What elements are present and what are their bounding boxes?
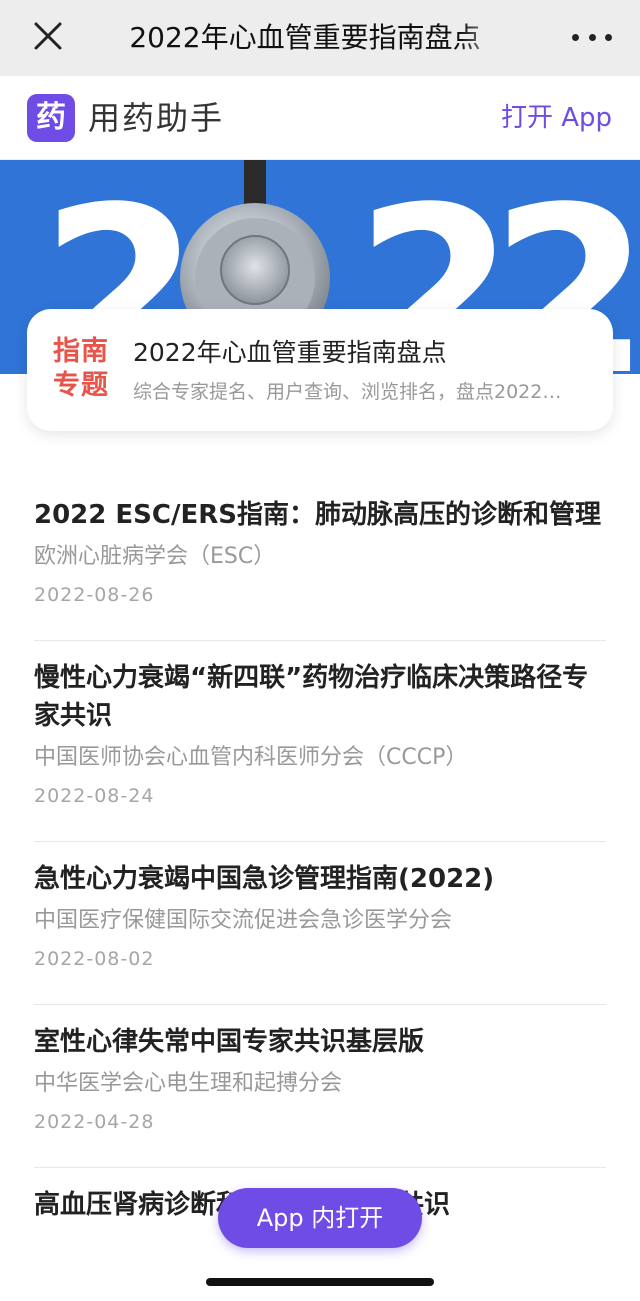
close-icon[interactable]	[30, 18, 66, 54]
app-name: 用药助手	[88, 99, 225, 137]
topic-tag: 指南专题	[53, 336, 109, 401]
topic-title: 2022年心血管重要指南盘点	[133, 338, 447, 367]
item-organization: 中华医学会心电生理和起搏分会	[34, 1071, 343, 1096]
list-item[interactable]: 急性心力衰竭中国急诊管理指南(2022) 中国医疗保健国际交流促进会急诊医学分会…	[34, 842, 606, 1005]
guideline-list: 2022 ESC/ERS指南：肺动脉高压的诊断和管理 欧洲心脏病学会（ESC） …	[34, 478, 606, 1224]
item-title: 2022 ESC/ERS指南：肺动脉高压的诊断和管理	[34, 500, 601, 530]
item-organization: 中国医师协会心血管内科医师分会（CCCP）	[34, 745, 468, 770]
item-organization: 中国医疗保健国际交流促进会急诊医学分会	[34, 908, 453, 933]
top-navbar: 2022年心血管重要指南盘点	[0, 0, 640, 76]
list-item[interactable]: 2022 ESC/ERS指南：肺动脉高压的诊断和管理 欧洲心脏病学会（ESC） …	[34, 478, 606, 641]
app-logo: 药	[27, 94, 75, 142]
page-title: 2022年心血管重要指南盘点	[129, 21, 481, 54]
list-item[interactable]: 慢性心力衰竭“新四联”药物治疗临床决策路径专家共识 中国医师协会心血管内科医师分…	[34, 641, 606, 842]
open-app-link[interactable]: 打开 App	[501, 100, 612, 136]
home-indicator	[206, 1278, 434, 1286]
item-date: 2022-08-02	[34, 948, 155, 970]
item-date: 2022-08-26	[34, 584, 155, 606]
more-dots-icon[interactable]	[572, 22, 612, 52]
item-date: 2022-04-28	[34, 1111, 155, 1133]
open-in-app-button[interactable]: App 内打开	[218, 1188, 422, 1248]
item-date: 2022-08-24	[34, 785, 155, 807]
list-item[interactable]: 室性心律失常中国专家共识基层版 中华医学会心电生理和起搏分会 2022-04-2…	[34, 1005, 606, 1168]
item-title: 慢性心力衰竭“新四联”药物治疗临床决策路径专家共识	[34, 663, 589, 731]
item-title: 急性心力衰竭中国急诊管理指南(2022)	[34, 864, 495, 894]
item-title: 室性心律失常中国专家共识基层版	[34, 1027, 425, 1057]
app-banner: 药 用药助手 打开 App	[0, 76, 640, 160]
topic-description: 综合专家提名、用户查询、浏览排名，盘点2022…	[133, 381, 562, 403]
item-organization: 欧洲心脏病学会（ESC）	[34, 544, 276, 569]
topic-card[interactable]: 指南专题 2022年心血管重要指南盘点 综合专家提名、用户查询、浏览排名，盘点2…	[27, 309, 613, 431]
